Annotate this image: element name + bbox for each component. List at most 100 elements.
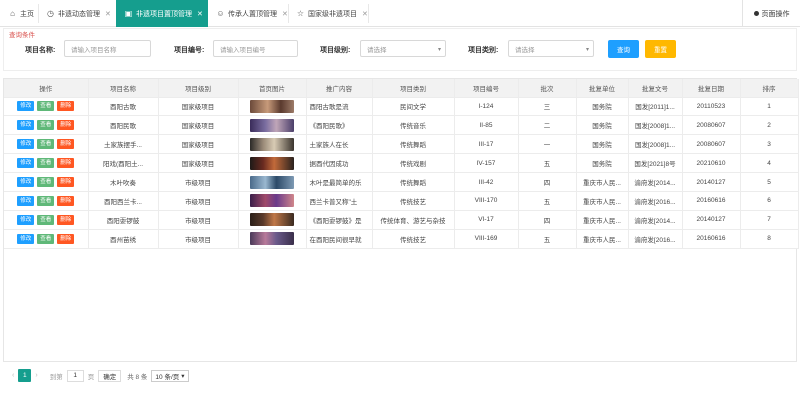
project-category-cell: 传统体育、游艺与杂技 (372, 210, 455, 230)
level-select-value: 请选择 (367, 46, 387, 54)
delete-button[interactable]: 删除 (57, 214, 75, 225)
approval-doc-cell: 渝府发[2016... (628, 191, 683, 211)
chevron-down-icon: ▾ (437, 47, 441, 53)
cover-image (250, 118, 294, 132)
batch-cell: 四 (518, 210, 577, 230)
batch-cell: 二 (518, 115, 577, 136)
table-header-row: 操作 项目名称 项目级别 首页图片 推广内容 项目类别 项目编号 批次 批复单位… (4, 79, 799, 98)
table-row: 修改 查看 删除 酉阳民歌 国家级项目 《酉阳民歌》 传统音乐 II-85 二国务院 国发[200… (4, 115, 799, 136)
code-input[interactable]: 请输入项目编号 (213, 40, 298, 57)
approval-date-cell: 20140127 (682, 210, 741, 230)
delete-button[interactable]: 删除 (57, 195, 75, 206)
tab-label: 非遗动态管理 (58, 10, 100, 18)
edit-button[interactable]: 修改 (17, 101, 35, 112)
tab-label: 传承人置顶管理 (228, 10, 277, 18)
view-button[interactable]: 查看 (37, 195, 55, 206)
next-page-icon[interactable]: › (35, 372, 37, 379)
current-page-button[interactable]: 1 (18, 369, 32, 382)
column-header: 批复单位 (576, 79, 629, 98)
approval-doc-cell: 国发[2008]1... (628, 115, 683, 136)
reset-button[interactable]: 重置 (645, 40, 676, 58)
table-row: 修改 查看 删除 酉阳耍锣鼓 市级项目 《酉阳耍锣鼓》是 传统体育、游艺与杂技 VI-17 四重… (4, 210, 799, 230)
approval-date-cell: 20080607 (682, 115, 741, 136)
page-operations-button[interactable]: 页面操作 (742, 0, 800, 27)
project-code-cell: VIII-170 (454, 191, 519, 211)
goto-page-input[interactable]: 1 (66, 369, 84, 382)
delete-button[interactable]: 删除 (57, 177, 75, 187)
edit-button[interactable]: 修改 (17, 158, 35, 169)
category-select[interactable]: 请选择 ▾ (508, 40, 594, 57)
cover-image (250, 213, 294, 227)
approval-date-cell: 20110523 (682, 97, 741, 117)
query-title: 查询条件 (9, 32, 35, 39)
delete-button[interactable]: 删除 (57, 233, 75, 244)
project-level-cell: 市级项目 (158, 172, 239, 192)
tab-national-projects[interactable]: ☆ 国家级非遗项目 ✕ (288, 0, 368, 27)
bookmark-icon: ▣ (124, 9, 133, 18)
project-name-cell: 酉阳民歌 (88, 115, 159, 136)
column-header: 项目类别 (372, 79, 455, 98)
edit-button[interactable]: 修改 (17, 233, 35, 244)
name-label: 项目名称: (25, 47, 56, 54)
tab-project-pin-management[interactable]: ▣ 非遗项目置顶管理 ✕ (116, 0, 208, 27)
delete-button[interactable]: 删除 (57, 158, 75, 169)
edit-button[interactable]: 修改 (17, 139, 35, 150)
view-button[interactable]: 查看 (37, 120, 55, 131)
tab-news-management[interactable]: ◷ 非遗动态管理 ✕ (38, 0, 116, 27)
name-input[interactable]: 请输入项目名称 (64, 40, 151, 57)
page-size-select[interactable]: 10 条/页 ▾ (151, 369, 189, 382)
tab-bar: ⌂ 主页 ◷ 非遗动态管理 ✕ ▣ 非遗项目置顶管理 ✕ ☺ 传承人置顶管理 ✕… (0, 0, 800, 27)
goto-confirm-button[interactable]: 确定 (98, 369, 122, 382)
view-button[interactable]: 查看 (37, 177, 55, 187)
view-button[interactable]: 查看 (37, 214, 55, 225)
project-level-cell: 市级项目 (158, 229, 239, 249)
edit-button[interactable]: 修改 (17, 214, 35, 225)
project-level-cell: 国家级项目 (158, 115, 239, 136)
promo-content-cell: 据酉代因成功 (306, 153, 373, 174)
project-level-cell: 国家级项目 (158, 134, 239, 155)
project-name-cell: 酉阳西兰卡... (88, 191, 159, 211)
edit-button[interactable]: 修改 (17, 120, 35, 131)
promo-content-cell: 在酉阳民间很早就 (306, 229, 373, 249)
approval-unit-cell: 国务院 (576, 134, 629, 155)
edit-button[interactable]: 修改 (17, 177, 35, 187)
project-code-cell: I-124 (454, 97, 519, 117)
prev-page-icon[interactable]: ‹ (12, 372, 14, 379)
column-header: 推广内容 (306, 79, 373, 98)
view-button[interactable]: 查看 (37, 139, 55, 150)
approval-doc-cell: 国发[2008]1... (628, 134, 683, 155)
project-category-cell: 传统技艺 (372, 229, 455, 249)
view-button[interactable]: 查看 (37, 101, 55, 112)
delete-button[interactable]: 删除 (57, 139, 75, 150)
sort-order-cell: 3 (740, 134, 799, 155)
approval-date-cell: 20210610 (682, 153, 741, 174)
view-button[interactable]: 查看 (37, 233, 55, 244)
close-icon[interactable]: ✕ (197, 10, 203, 18)
delete-button[interactable]: 删除 (57, 101, 75, 112)
close-icon[interactable]: ✕ (105, 10, 111, 18)
view-button[interactable]: 查看 (37, 158, 55, 169)
edit-button[interactable]: 修改 (17, 195, 35, 206)
tab-inheritor-pin-management[interactable]: ☺ 传承人置顶管理 ✕ (208, 0, 288, 27)
clock-icon: ◷ (47, 9, 54, 18)
project-category-cell: 传统音乐 (372, 115, 455, 136)
batch-cell: 三 (518, 97, 577, 117)
project-code-cell: VIII-169 (454, 229, 519, 249)
delete-button[interactable]: 删除 (57, 120, 75, 131)
level-select[interactable]: 请选择 ▾ (360, 40, 446, 57)
table-row: 修改 查看 删除 酉阳西兰卡... 市级项目 西兰卡普又称"土 传统技艺 VIII-170 五重… (4, 191, 799, 211)
tab-home[interactable]: ⌂ 主页 (0, 0, 38, 27)
page-size-value: 10 条/页 (155, 373, 180, 381)
column-header: 批复日期 (682, 79, 741, 98)
close-icon[interactable]: ✕ (362, 10, 368, 18)
smile-icon: ☺ (216, 9, 225, 18)
table-row: 修改 查看 删除 酉州苗绣 市级项目 在酉阳民间很早就 传统技艺 VIII-169 五重庆市人民… (4, 229, 799, 249)
column-header: 项目编号 (454, 79, 519, 98)
code-label: 项目编号: (174, 47, 205, 54)
approval-doc-cell: 渝府发[2014... (628, 172, 683, 192)
cover-image-cell (238, 134, 307, 155)
operations-cell: 修改 查看 删除 (4, 115, 89, 136)
page-operations-label: 页面操作 (761, 10, 790, 18)
query-button[interactable]: 查询 (608, 40, 639, 58)
close-icon[interactable]: ✕ (282, 10, 288, 18)
